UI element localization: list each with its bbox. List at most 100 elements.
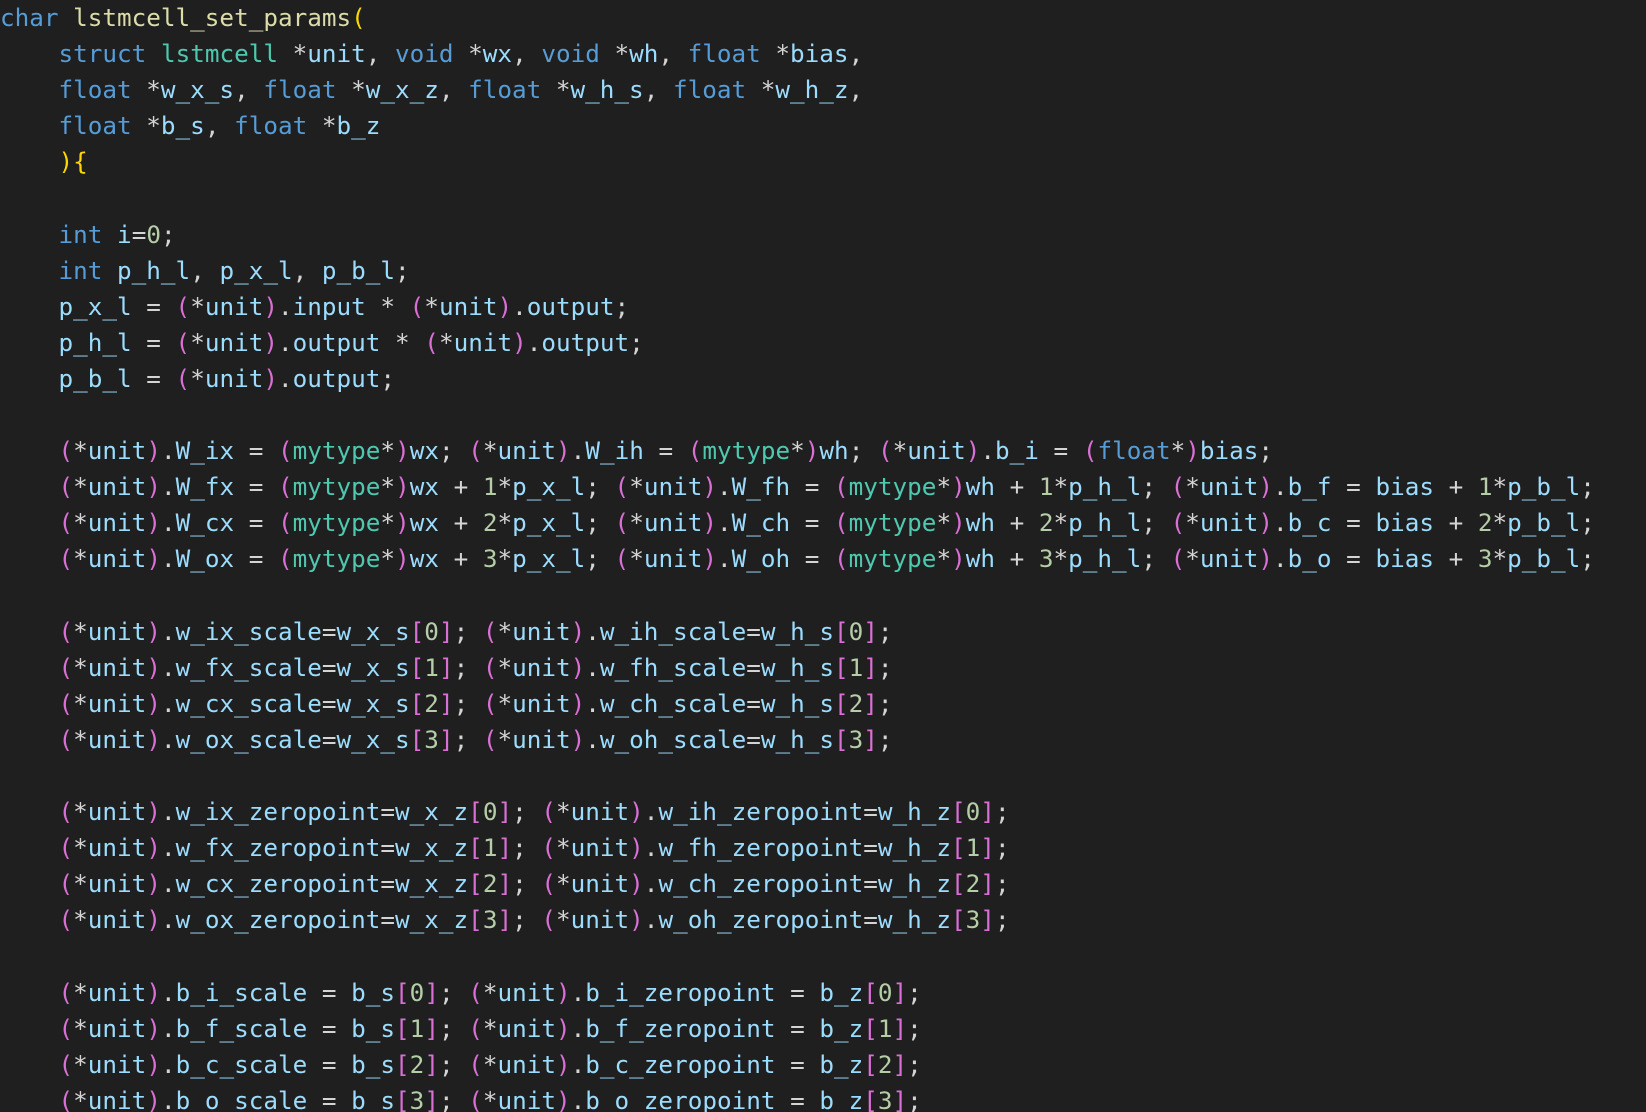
code-line[interactable]: (*unit).w_ox_scale=w_x_s[3]; (*unit).w_o… (0, 722, 1595, 758)
operator-token: * (629, 544, 644, 574)
code-line[interactable]: (*unit).w_fx_scale=w_x_s[1]; (*unit).w_f… (0, 650, 1595, 686)
code-line[interactable]: int i=0; (0, 217, 1595, 253)
operator-token: * (73, 977, 88, 1007)
code-line[interactable]: (*unit).w_cx_zeropoint=w_x_z[2]; (*unit)… (0, 866, 1595, 902)
identifier-token: unit (497, 436, 557, 466)
operator-token: . (716, 544, 732, 574)
identifier-token: w_h_z (877, 833, 952, 863)
identifier-token: unit (512, 652, 571, 682)
bracket-token: [ (863, 1085, 878, 1112)
identifier-token: unit (87, 833, 147, 863)
bracket-token: [ (468, 797, 483, 827)
operator-token (0, 797, 59, 826)
operator-token (0, 436, 59, 465)
code-line[interactable]: (*unit).w_fx_zeropoint=w_x_z[1]; (*unit)… (0, 830, 1595, 866)
code-line[interactable]: (*unit).b_c_scale = b_s[2]; (*unit).b_c_… (0, 1047, 1595, 1083)
operator-token: = (863, 905, 878, 935)
operator-token: . (570, 977, 586, 1007)
code-line[interactable]: (*unit).b_f_scale = b_s[1]; (*unit).b_f_… (0, 1011, 1595, 1047)
identifier-token: wx (409, 544, 439, 574)
bracket-token: ( (58, 905, 74, 935)
code-line[interactable]: struct lstmcell *unit, void *wx, void *w… (0, 36, 1595, 72)
bracket-token: ( (58, 472, 74, 502)
operator-token: = (863, 797, 878, 827)
code-content[interactable]: char lstmcell_set_params( struct lstmcel… (0, 0, 1595, 1112)
operator-token: . (160, 1085, 176, 1112)
code-line[interactable]: int p_h_l, p_x_l, p_b_l; (0, 253, 1595, 289)
operator-token: * (380, 508, 396, 538)
identifier-token: wh (965, 544, 995, 574)
operator-token (0, 544, 59, 573)
bracket-token: ) (146, 616, 161, 646)
identifier-token: b_c_scale (175, 1049, 308, 1079)
identifier-token: b_c (1287, 508, 1332, 538)
operator-token: ; (1580, 544, 1595, 574)
operator-token: * (453, 39, 483, 69)
operator-token: ; (585, 544, 615, 574)
bracket-token: ) (395, 472, 410, 502)
bracket-token: ( (541, 905, 556, 935)
operator-token: . (570, 1085, 586, 1112)
bracket-token: ( (278, 472, 293, 502)
identifier-token: p_x_l (58, 291, 132, 321)
operator-token: * (790, 436, 805, 466)
code-line[interactable]: (*unit).W_ix = (mytype*)wx; (*unit).W_ih… (0, 433, 1595, 469)
identifier-token: w_cx_scale (175, 688, 322, 718)
identifier-token: w_ox_scale (175, 724, 322, 754)
code-line[interactable]: p_x_l = (*unit).input * (*unit).output; (0, 289, 1595, 325)
operator-token: ; (877, 688, 893, 718)
code-line[interactable]: p_h_l = (*unit).output * (*unit).output; (0, 325, 1595, 361)
bracket-token: ) (512, 327, 527, 357)
code-line[interactable]: (*unit).w_ix_zeropoint=w_x_z[0]; (*unit)… (0, 794, 1595, 830)
code-line[interactable]: (*unit).w_ox_zeropoint=w_x_z[3]; (*unit)… (0, 902, 1595, 938)
code-editor[interactable]: char lstmcell_set_params( struct lstmcel… (0, 0, 1646, 1112)
code-line[interactable]: (*unit).W_ox = (mytype*)wx + 3*p_x_l; (*… (0, 541, 1595, 577)
identifier-token: p_x_l (219, 255, 293, 285)
bracket-token: ] (424, 1085, 439, 1112)
identifier-token: b_o_scale (175, 1085, 308, 1112)
code-line[interactable]: (*unit).w_cx_scale=w_x_s[2]; (*unit).w_c… (0, 686, 1595, 722)
identifier-token: unit (87, 616, 147, 646)
identifier-token: w_h_z (877, 905, 952, 935)
bracket-token: ) (263, 291, 278, 321)
code-line[interactable]: (*unit).w_ix_scale=w_x_s[0]; (*unit).w_i… (0, 614, 1595, 650)
operator-token: + (995, 544, 1039, 574)
identifier-token: unit (87, 724, 147, 754)
keyword-token: float (263, 75, 337, 105)
keyword-token: int (58, 219, 103, 249)
operator-token: ; (438, 1049, 469, 1079)
code-line[interactable]: (*unit).W_cx = (mytype*)wx + 2*p_x_l; (*… (0, 505, 1595, 541)
operator-token: * (892, 436, 908, 466)
code-line[interactable]: float *b_s, float *b_z (0, 108, 1595, 144)
code-line[interactable]: ​ (0, 758, 1595, 794)
identifier-token: W_ch (731, 508, 791, 538)
operator-token: = (321, 616, 337, 646)
bracket-token: ) (146, 544, 161, 574)
operator-token: . (716, 472, 732, 502)
code-line[interactable]: p_b_l = (*unit).output; (0, 361, 1595, 397)
bracket-token: [ (409, 616, 425, 646)
code-line[interactable]: ​ (0, 397, 1595, 433)
keyword-token: struct (58, 39, 147, 69)
code-line[interactable]: (*unit).b_i_scale = b_s[0]; (*unit).b_i_… (0, 975, 1595, 1011)
bracket-token: ] (863, 724, 878, 754)
code-line[interactable]: (*unit).W_fx = (mytype*)wx + 1*p_x_l; (*… (0, 469, 1595, 505)
bracket-token: ( (482, 688, 498, 718)
identifier-token: unit (497, 977, 557, 1007)
code-line[interactable]: ){ (0, 144, 1595, 180)
type-token: mytype (848, 544, 937, 574)
identifier-token: unit (87, 544, 147, 574)
code-line[interactable]: ​ (0, 180, 1595, 216)
number-token: 0 (424, 616, 439, 646)
code-line[interactable]: ​ (0, 938, 1595, 974)
operator-token: * (380, 436, 396, 466)
code-line[interactable]: (*unit).b_o_scale = b_s[3]; (*unit).b_o_… (0, 1083, 1595, 1112)
identifier-token: b_z (336, 111, 381, 141)
code-line[interactable]: float *w_x_s, float *w_x_z, float *w_h_s… (0, 72, 1595, 108)
operator-token: * (497, 472, 513, 502)
code-line[interactable]: ​ (0, 578, 1595, 614)
code-line[interactable]: char lstmcell_set_params( (0, 0, 1595, 36)
operator-token: * (497, 508, 513, 538)
operator-token: ; (614, 291, 630, 321)
bracket-token: ] (438, 688, 454, 718)
